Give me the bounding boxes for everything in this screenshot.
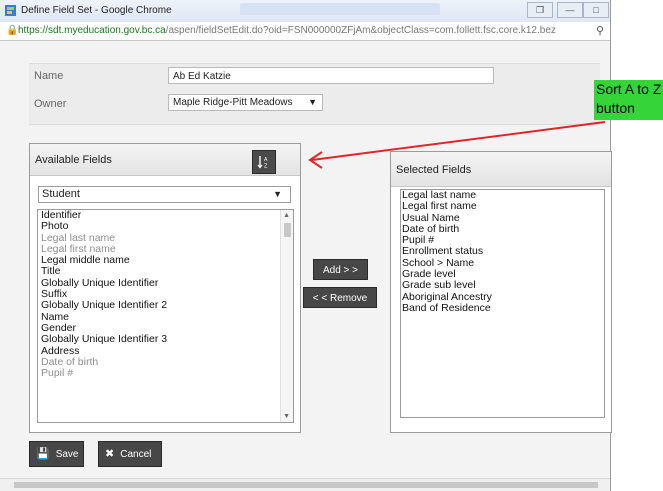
annotation-arrow xyxy=(308,121,606,169)
annotation-line-2: button xyxy=(596,100,635,116)
annotation-callout: Sort A to Z button xyxy=(594,80,663,120)
annotation-line-1: Sort A to Z xyxy=(596,81,662,97)
